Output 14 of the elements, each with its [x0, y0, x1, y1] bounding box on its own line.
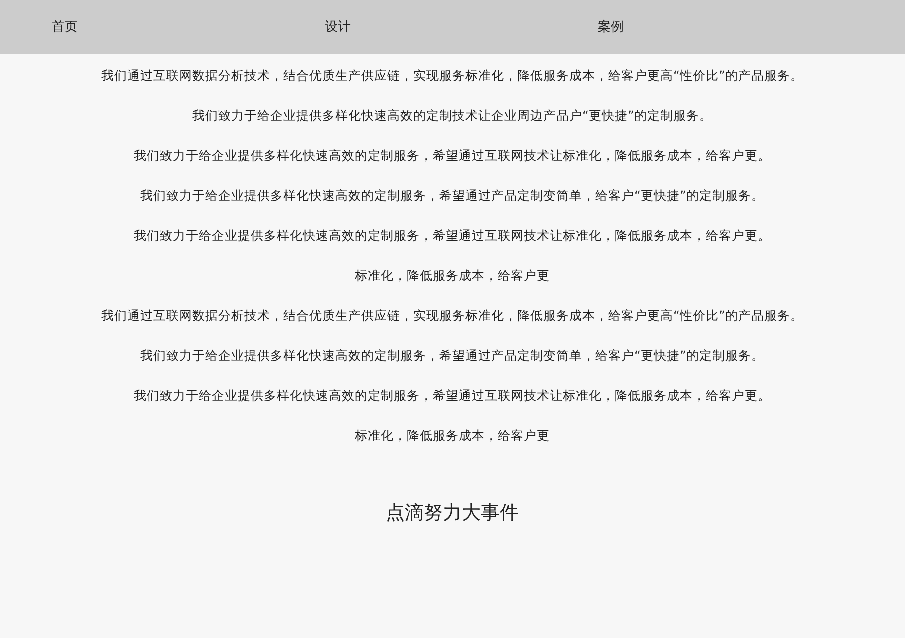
paragraph: 我们致力于给企业提供多样化快速高效的定制服务，希望通过互联网技术让标准化，降低服务成本，给客户更。	[133, 227, 772, 245]
paragraph: 标准化，降低服务成本，给客户更	[354, 267, 551, 285]
paragraph: 我们致力于给企业提供多样化快速高效的定制服务，希望通过产品定制变简单，给客户“更快捷”的定制服务。	[140, 187, 766, 205]
paragraph: 我们致力于给企业提供多样化快速高效的定制服务，希望通过互联网技术让标准化，降低服务成本，给客户更。	[133, 147, 772, 165]
paragraph: 标准化，降低服务成本，给客户更	[354, 427, 551, 445]
paragraph: 我们通过互联网数据分析技术，结合优质生产供应链，实现服务标准化，降低服务成本，给客户更高“性价比”的产品服务。	[100, 67, 804, 85]
nav-link[interactable]: 首页	[52, 18, 325, 36]
paragraph: 我们致力于给企业提供多样化快速高效的定制技术让企业周边产品户“更快捷”的定制服务。	[192, 107, 714, 125]
nav-link[interactable]: 设计	[325, 18, 598, 36]
section-heading: 点滴努力大事件	[385, 501, 520, 526]
paragraph: 我们通过互联网数据分析技术，结合优质生产供应链，实现服务标准化，降低服务成本，给客户更高“性价比”的产品服务。	[100, 307, 804, 325]
paragraph: 我们致力于给企业提供多样化快速高效的定制服务，希望通过产品定制变简单，给客户“更快捷”的定制服务。	[140, 347, 766, 365]
nav-link[interactable]: 案例	[598, 18, 871, 36]
paragraph: 我们致力于给企业提供多样化快速高效的定制服务，希望通过互联网技术让标准化，降低服务成本，给客户更。	[133, 387, 772, 405]
